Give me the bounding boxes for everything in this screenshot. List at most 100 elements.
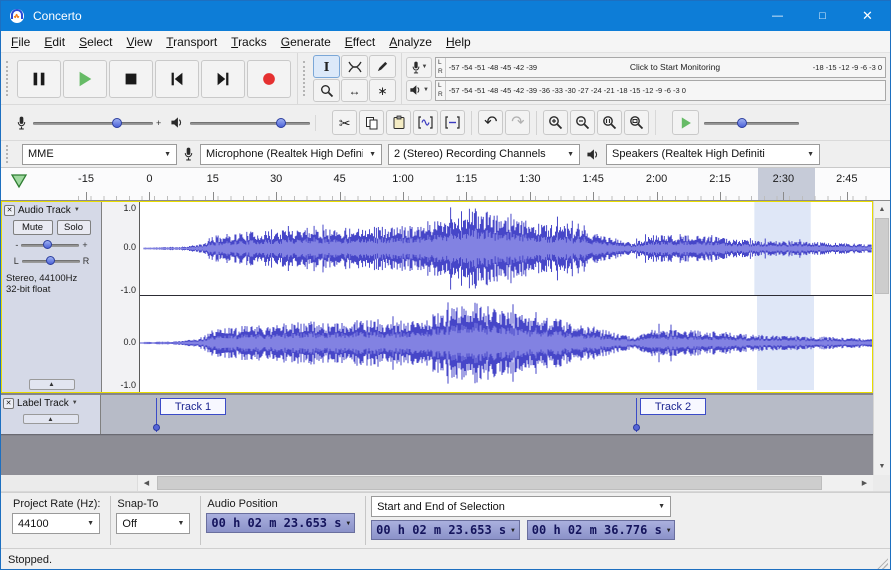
undo-button[interactable]: ↶ — [478, 110, 504, 135]
menu-tracks[interactable]: Tracks — [224, 32, 274, 52]
skip-to-start-button[interactable] — [155, 59, 199, 98]
label-marker[interactable]: Track 2 — [633, 398, 716, 432]
maximize-button[interactable]: □ — [800, 1, 845, 31]
label-handle-icon[interactable] — [153, 424, 160, 431]
menu-effect[interactable]: Effect — [338, 32, 382, 52]
slider-track[interactable] — [704, 121, 800, 125]
envelope-tool-button[interactable] — [341, 55, 368, 78]
toolbar-grip[interactable] — [6, 60, 11, 97]
menu-select[interactable]: Select — [72, 32, 119, 52]
audio-track-title[interactable]: Audio Track ▼ — [18, 205, 99, 216]
playback-speed-slider[interactable] — [704, 116, 800, 130]
scroll-up-icon[interactable]: ▲ — [874, 201, 890, 218]
toolbar-grip[interactable] — [303, 60, 308, 97]
minimize-button[interactable]: — — [755, 1, 800, 31]
silence-audio-button[interactable] — [440, 110, 466, 135]
scroll-down-icon[interactable]: ▼ — [874, 458, 890, 475]
recording-device-combo[interactable]: Microphone (Realtek High Defini ▼ — [200, 143, 382, 165]
selection-tool-button[interactable]: I — [313, 55, 340, 78]
play-button[interactable] — [63, 59, 107, 98]
menu-generate[interactable]: Generate — [274, 32, 338, 52]
close-track-icon[interactable]: ✕ — [3, 397, 14, 409]
timeshift-tool-button[interactable]: ↔ — [341, 79, 368, 102]
trim-audio-button[interactable] — [413, 110, 439, 135]
selection-mode-combo[interactable]: Start and End of Selection ▼ — [371, 496, 672, 517]
label-text[interactable]: Track 1 — [160, 398, 226, 415]
label-lane[interactable]: Track 1 Track 2 — [101, 395, 873, 434]
waveform-view[interactable] — [140, 202, 872, 392]
vertical-scroll-thumb[interactable] — [875, 218, 889, 294]
audio-host-combo[interactable]: MME ▼ — [22, 143, 177, 165]
playback-meter[interactable]: L R -57 -54 -51 -48 -45 -42 -39 -36 -33 … — [435, 79, 886, 101]
playback-device-combo[interactable]: Speakers (Realtek High Definiti ▼ — [606, 143, 820, 165]
slider-track[interactable] — [190, 121, 311, 125]
multi-tool-button[interactable]: ∗ — [369, 79, 396, 102]
timeline-ruler[interactable]: -15 0 15 30 45 1:00 1:15 1:30 1:45 2:00 2:15 2:30 2:… — [1, 168, 890, 201]
spin-arrow-icon[interactable]: ▼ — [667, 527, 671, 534]
label-track-title[interactable]: Label Track ▼ — [17, 398, 98, 409]
zoom-fit-button[interactable] — [624, 110, 650, 135]
label-marker[interactable]: Track 1 — [153, 398, 236, 432]
vertical-scrollbar[interactable]: ▲ ▼ — [873, 201, 890, 475]
menu-help[interactable]: Help — [439, 32, 478, 52]
snap-to-combo[interactable]: Off ▼ — [116, 513, 191, 534]
project-rate-combo[interactable]: 44100 ▼ — [12, 513, 100, 534]
redo-button[interactable]: ↷ — [505, 110, 531, 135]
vertical-ruler[interactable]: 1.0 0.0 -1.0 0.0 -1.0 — [102, 202, 140, 392]
zoom-selection-button[interactable] — [597, 110, 623, 135]
record-button[interactable] — [247, 59, 291, 98]
recording-channels-combo[interactable]: 2 (Stereo) Recording Channels ▼ — [388, 143, 580, 165]
waveform-right-channel[interactable] — [140, 296, 872, 390]
recording-meter[interactable]: L R -57 -54 -51 -48 -45 -42 -39 Click to… — [435, 56, 886, 78]
selection-end-field[interactable]: 00 h 02 m 36.776 s ▼ — [526, 520, 676, 540]
menu-edit[interactable]: Edit — [37, 32, 72, 52]
slider-thumb[interactable] — [43, 240, 53, 249]
title-bar[interactable]: Concerto — □ ✕ — [1, 1, 890, 31]
slider-thumb[interactable] — [276, 117, 287, 128]
scroll-left-icon[interactable]: ◀ — [138, 475, 155, 491]
draw-tool-button[interactable] — [369, 55, 396, 78]
selection-start-field[interactable]: 00 h 02 m 23.653 s ▼ — [371, 520, 520, 540]
pause-button[interactable] — [17, 59, 61, 98]
cut-button[interactable]: ✂ — [332, 110, 358, 135]
stop-button[interactable] — [109, 59, 153, 98]
solo-button[interactable]: Solo — [56, 220, 91, 235]
scroll-right-icon[interactable]: ▶ — [856, 475, 873, 491]
pan-slider[interactable] — [21, 255, 80, 267]
zoom-out-button[interactable] — [570, 110, 596, 135]
play-at-speed-button[interactable] — [672, 110, 700, 135]
playback-volume-slider[interactable] — [190, 116, 311, 130]
resize-grip[interactable] — [876, 557, 888, 569]
close-button[interactable]: ✕ — [845, 1, 890, 31]
mute-button[interactable]: Mute — [12, 220, 53, 235]
close-track-icon[interactable]: ✕ — [4, 204, 15, 216]
timeline-pin-icon[interactable] — [10, 174, 28, 189]
label-text[interactable]: Track 2 — [640, 398, 706, 415]
slider-thumb[interactable] — [45, 256, 55, 265]
toolbar-grip[interactable] — [6, 145, 11, 163]
gain-slider[interactable] — [21, 239, 80, 251]
copy-button[interactable] — [359, 110, 385, 135]
collapse-track-button[interactable]: ▲ — [22, 414, 79, 424]
zoom-tool-button[interactable] — [313, 79, 340, 102]
spin-arrow-icon[interactable]: ▼ — [346, 520, 350, 527]
slider-track[interactable] — [33, 121, 153, 125]
slider-thumb[interactable] — [112, 117, 122, 128]
slider-thumb[interactable] — [737, 117, 748, 128]
spin-arrow-icon[interactable]: ▼ — [511, 527, 515, 534]
collapse-track-button[interactable]: ▲ — [28, 379, 75, 390]
menu-transport[interactable]: Transport — [159, 32, 224, 52]
menu-file[interactable]: File — [4, 32, 37, 52]
recording-volume-slider[interactable] — [33, 116, 153, 130]
skip-to-end-button[interactable] — [201, 59, 245, 98]
menu-analyze[interactable]: Analyze — [382, 32, 439, 52]
audio-position-field[interactable]: 00 h 02 m 23.653 s ▼ — [206, 513, 356, 533]
horizontal-scrollbar[interactable] — [155, 475, 856, 491]
playback-meter-button[interactable]: ▼ — [406, 79, 432, 101]
paste-button[interactable] — [386, 110, 412, 135]
label-handle-icon[interactable] — [633, 424, 640, 431]
horizontal-scroll-thumb[interactable] — [157, 476, 822, 490]
recording-meter-button[interactable]: ▼ — [406, 56, 432, 78]
menu-view[interactable]: View — [119, 32, 159, 52]
waveform-left-channel[interactable] — [140, 202, 872, 296]
